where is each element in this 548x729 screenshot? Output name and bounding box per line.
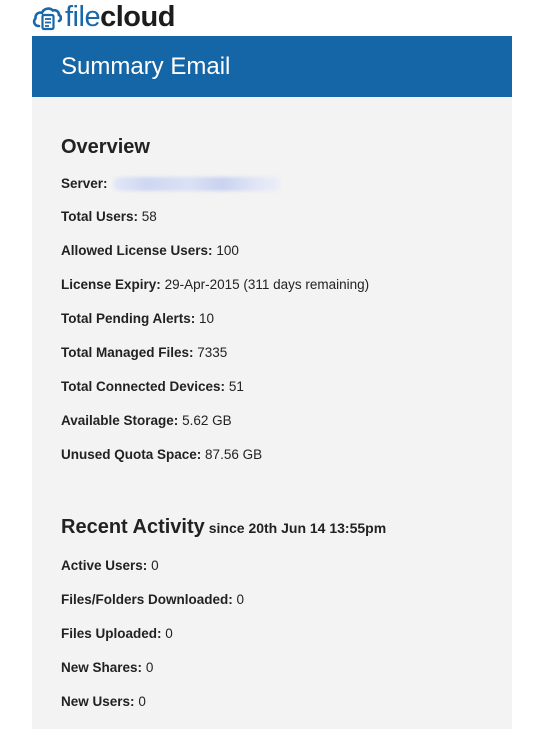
- logo-wordmark: filecloud: [65, 2, 175, 32]
- row-value: 87.56 GB: [205, 447, 263, 462]
- row-value: 0: [236, 592, 245, 607]
- row-label: Available Storage:: [61, 413, 179, 428]
- row-label: License Expiry:: [61, 277, 161, 292]
- overview-row: Available Storage: 5.62 GB: [61, 413, 232, 429]
- server-label: Server:: [61, 176, 108, 191]
- row-value: 51: [228, 379, 244, 394]
- row-value: 10: [199, 311, 215, 326]
- overview-row: Total Managed Files: 7335: [61, 345, 227, 361]
- activity-row: Active Users: 0: [61, 558, 159, 574]
- row-value: 100: [216, 243, 239, 258]
- activity-row: Files/Folders Downloaded: 0: [61, 592, 244, 608]
- row-label: Total Connected Devices:: [61, 379, 226, 394]
- row-label: Total Managed Files:: [61, 345, 194, 360]
- row-value: 58: [141, 209, 157, 224]
- activity-row: Files Uploaded: 0: [61, 626, 173, 642]
- logo-text-file: file: [65, 1, 101, 33]
- row-label: Files Uploaded:: [61, 626, 162, 641]
- row-value: 29-Apr-2015 (311 days remaining): [164, 277, 370, 292]
- overview-row: Total Users: 58: [61, 209, 157, 225]
- recent-activity-heading: Recent Activity since 20th Jun 14 13:55pm: [61, 515, 386, 540]
- row-label: New Users:: [61, 694, 135, 709]
- recent-activity-since: since 20th Jun 14 13:55pm: [208, 520, 387, 536]
- row-label: Total Pending Alerts:: [61, 311, 196, 326]
- banner-title: Summary Email: [61, 53, 231, 80]
- overview-row: Total Pending Alerts: 10: [61, 311, 214, 327]
- row-label: Active Users:: [61, 558, 148, 573]
- logo-text-cloud: cloud: [100, 1, 175, 33]
- overview-row: Unused Quota Space: 87.56 GB: [61, 447, 262, 463]
- overview-row: Total Connected Devices: 51: [61, 379, 244, 395]
- row-value: 0: [145, 660, 154, 675]
- row-value: 5.62 GB: [182, 413, 232, 428]
- activity-row: New Users: 0: [61, 694, 146, 710]
- header-banner: Summary Email: [32, 36, 512, 97]
- cloud-document-icon: [32, 7, 62, 31]
- overview-row: Allowed License Users: 100: [61, 243, 239, 259]
- row-value: 0: [165, 626, 173, 641]
- row-value: 7335: [197, 345, 228, 360]
- filecloud-logo: filecloud: [32, 0, 175, 34]
- summary-panel: Overview Server: Total Users: 58 Allowed…: [32, 97, 512, 729]
- row-label: Allowed License Users:: [61, 243, 213, 258]
- activity-row: New Shares: 0: [61, 660, 153, 676]
- server-value-redacted: [113, 177, 282, 192]
- row-label: Unused Quota Space:: [61, 447, 202, 462]
- recent-activity-title: Recent Activity: [61, 516, 205, 538]
- row-value: 0: [151, 558, 159, 573]
- row-label: New Shares:: [61, 660, 143, 675]
- row-value: 0: [138, 694, 146, 709]
- server-row: Server:: [61, 176, 282, 192]
- row-label: Total Users:: [61, 209, 139, 224]
- row-label: Files/Folders Downloaded:: [61, 592, 233, 607]
- overview-row: License Expiry: 29-Apr-2015 (311 days re…: [61, 277, 369, 293]
- overview-heading: Overview: [61, 136, 150, 158]
